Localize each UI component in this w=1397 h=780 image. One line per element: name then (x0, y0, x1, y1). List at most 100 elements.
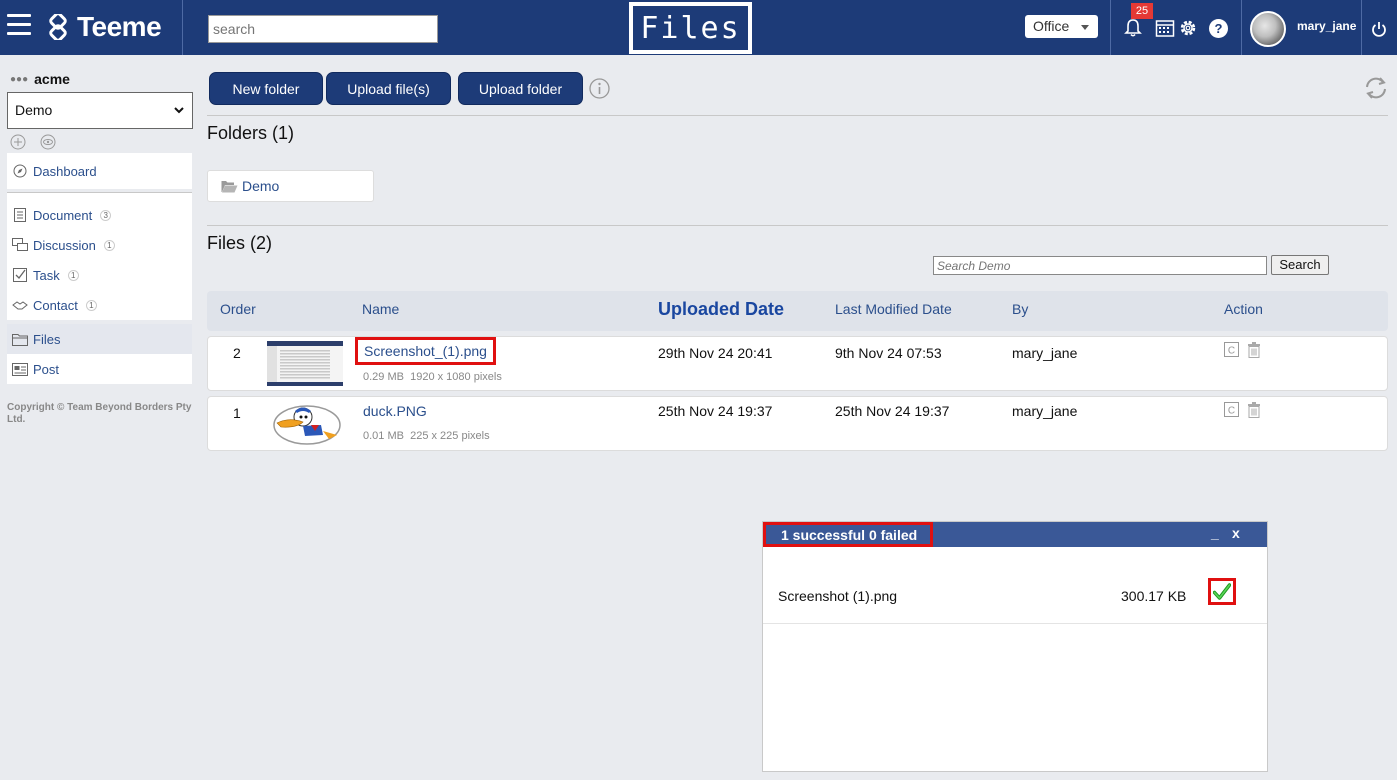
modified-date-cell: 25th Nov 24 19:37 (835, 403, 950, 419)
upload-success-status (1208, 578, 1236, 605)
copy-icon[interactable]: C (1224, 402, 1239, 417)
office-select[interactable]: Office (1025, 15, 1098, 38)
contact-count-badge: 1 (85, 299, 97, 311)
power-icon[interactable] (1371, 21, 1387, 38)
sidebar-item-document[interactable]: Document 3 (7, 200, 192, 230)
help-icon[interactable]: ? (1209, 19, 1228, 38)
post-icon (12, 361, 28, 377)
by-cell: mary_jane (1012, 345, 1078, 361)
divider (207, 225, 1388, 226)
column-header-action: Action (1224, 301, 1263, 317)
upload-folder-button[interactable]: Upload folder (458, 72, 583, 105)
nav-main-block: Document 3 Discussion 1 Task 1 Contact 1… (7, 192, 192, 384)
top-bar: Teeme Files Office 25 ? mary_jane (0, 0, 1397, 55)
column-header-last-modified[interactable]: Last Modified Date (835, 301, 952, 317)
table-row: 2 Screenshot_(1).png 0.29 MB 1920 x 1080… (207, 336, 1388, 391)
uploaded-date-cell: 29th Nov 24 20:41 (658, 345, 773, 361)
calendar-icon[interactable] (1155, 18, 1175, 38)
folder-open-icon (221, 180, 238, 193)
avatar[interactable] (1250, 11, 1286, 47)
discussion-count-badge: 1 (103, 239, 115, 251)
page-title: Files (629, 2, 752, 54)
checkbox-icon (12, 267, 28, 283)
uploaded-date-cell: 25th Nov 24 19:37 (658, 403, 773, 419)
gear-icon[interactable] (1178, 18, 1198, 38)
upload-file-size: 300.17 KB (1121, 588, 1187, 604)
logo-text: Teeme (77, 11, 162, 42)
column-header-name[interactable]: Name (362, 301, 399, 317)
handshake-icon (12, 297, 28, 313)
upload-status-panel: 1 successful 0 failed _ x Screenshot (1)… (762, 521, 1268, 772)
global-search-input[interactable] (208, 15, 438, 43)
chevron-down-icon (174, 107, 184, 114)
document-icon (12, 207, 28, 223)
add-circle-icon[interactable] (10, 134, 26, 150)
compass-icon (12, 163, 28, 179)
folder-icon (12, 331, 28, 347)
org-name: ●●● acme (10, 71, 70, 87)
column-header-uploaded-date[interactable]: Uploaded Date (658, 299, 784, 320)
divider (1241, 0, 1242, 55)
files-title: Files (2) (207, 233, 273, 253)
trash-icon[interactable] (1247, 342, 1261, 358)
sidebar-item-dashboard[interactable]: Dashboard (7, 153, 192, 189)
upload-file-name: Screenshot (1).png (778, 588, 898, 604)
sidebar-item-task[interactable]: Task 1 (7, 260, 192, 290)
refresh-icon[interactable] (1363, 76, 1389, 100)
bell-icon[interactable] (1123, 18, 1143, 38)
minimize-button[interactable]: _ (1211, 525, 1219, 541)
svg-text:C: C (1228, 346, 1235, 357)
sidebar-item-files[interactable]: Files (7, 324, 192, 354)
file-name-link[interactable]: Screenshot_(1).png (355, 337, 496, 365)
table-row: 1 duck.PNG 0.01 MB 225 x 225 pixels 25th… (207, 396, 1388, 451)
file-name-link[interactable]: duck.PNG (363, 403, 427, 419)
sidebar-item-contact[interactable]: Contact 1 (7, 290, 192, 320)
row-actions: C (1224, 402, 1261, 418)
by-cell: mary_jane (1012, 403, 1078, 419)
hamburger-menu-icon[interactable] (7, 14, 31, 36)
divider (1361, 0, 1362, 55)
upload-files-button[interactable]: Upload file(s) (326, 72, 451, 105)
file-search-button[interactable]: Search (1271, 255, 1329, 275)
caret-down-icon (1081, 25, 1089, 30)
modified-date-cell: 9th Nov 24 07:53 (835, 345, 942, 361)
logo[interactable]: Teeme (45, 10, 162, 44)
close-button[interactable]: x (1232, 525, 1240, 541)
teeme-logo-icon (49, 14, 67, 40)
upload-panel-header[interactable]: 1 successful 0 failed _ x (763, 522, 1267, 547)
copy-icon[interactable]: C (1224, 342, 1239, 357)
info-icon[interactable] (589, 78, 610, 99)
divider (182, 0, 183, 55)
copyright: Copyright © Team Beyond Borders Pty Ltd. (7, 402, 192, 425)
team-actions (10, 134, 56, 150)
file-thumbnail[interactable] (267, 401, 343, 446)
file-thumbnail[interactable] (267, 341, 343, 386)
order-cell: 1 (233, 405, 241, 421)
sidebar-item-discussion[interactable]: Discussion 1 (7, 230, 192, 260)
order-cell: 2 (233, 345, 241, 361)
task-count-badge: 1 (67, 269, 79, 281)
svg-text:C: C (1228, 406, 1235, 417)
trash-icon[interactable] (1247, 402, 1261, 418)
file-meta: 0.29 MB 1920 x 1080 pixels (363, 371, 502, 383)
folders-title: Folders (1) (207, 123, 295, 143)
document-count-badge: 3 (100, 209, 112, 221)
checkmark-icon (1213, 582, 1231, 600)
divider (1110, 0, 1111, 55)
eye-icon[interactable] (40, 134, 56, 150)
upload-panel-title: 1 successful 0 failed (763, 522, 934, 547)
notification-badge: 25 (1131, 3, 1153, 19)
sidebar: ●●● acme Demo Dashboard Document 3 Discu… (0, 55, 196, 780)
table-header: Order Name Uploaded Date Last Modified D… (207, 291, 1388, 331)
chat-icon (12, 237, 28, 253)
file-search-input[interactable] (933, 256, 1267, 275)
nav-dashboard-block: Dashboard (7, 153, 192, 189)
column-header-by[interactable]: By (1012, 301, 1028, 317)
column-header-order[interactable]: Order (220, 301, 256, 317)
folder-item[interactable]: Demo (207, 170, 374, 202)
sidebar-item-post[interactable]: Post (7, 354, 192, 384)
upload-item: Screenshot (1).png 300.17 KB (763, 572, 1267, 624)
team-select[interactable]: Demo (7, 92, 193, 129)
username[interactable]: mary_jane (1297, 19, 1356, 33)
new-folder-button[interactable]: New folder (209, 72, 323, 105)
